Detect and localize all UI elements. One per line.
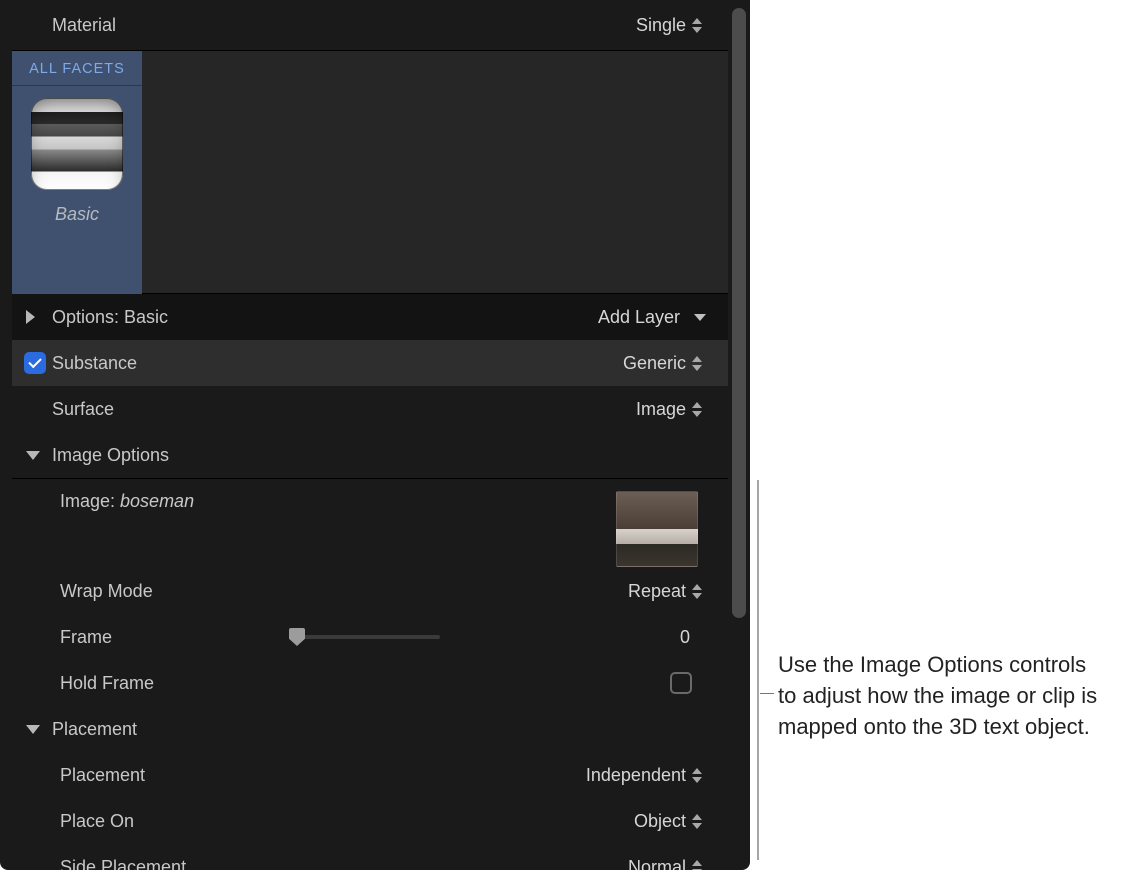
material-row: Material Single bbox=[12, 0, 728, 50]
frame-slider[interactable] bbox=[290, 635, 440, 639]
wrap-mode-popup[interactable]: Repeat bbox=[580, 581, 720, 602]
hold-frame-row: Hold Frame bbox=[12, 660, 728, 706]
add-layer-button[interactable]: Add Layer bbox=[520, 307, 720, 328]
surface-row: Surface Image bbox=[12, 386, 728, 432]
add-layer-label: Add Layer bbox=[598, 307, 686, 328]
placement-value: Independent bbox=[586, 765, 692, 786]
chevron-down-icon bbox=[694, 314, 706, 321]
side-placement-value: Normal bbox=[628, 857, 692, 870]
placement-header[interactable]: Placement bbox=[12, 706, 728, 752]
inspector-body: Material Single ALL FACETS Basic Options… bbox=[12, 0, 728, 870]
place-on-popup[interactable]: Object bbox=[580, 811, 720, 832]
image-source-row: Image: boseman bbox=[12, 478, 728, 568]
options-basic-row[interactable]: Options: Basic Add Layer bbox=[12, 294, 728, 340]
disclosure-down-icon[interactable] bbox=[26, 451, 40, 460]
substance-row: Substance Generic bbox=[12, 340, 728, 386]
stepper-icon bbox=[692, 15, 706, 35]
surface-value: Image bbox=[636, 399, 692, 420]
facets-area: ALL FACETS Basic bbox=[12, 50, 728, 294]
wrap-mode-label: Wrap Mode bbox=[60, 581, 290, 602]
wrap-mode-row: Wrap Mode Repeat bbox=[12, 568, 728, 614]
place-on-label: Place On bbox=[60, 811, 290, 832]
scrollbar-vertical[interactable] bbox=[732, 8, 746, 618]
checkmark-icon bbox=[28, 355, 41, 368]
placement-header-label: Placement bbox=[52, 719, 282, 740]
placement-row: Placement Independent bbox=[12, 752, 728, 798]
stepper-icon bbox=[692, 857, 706, 870]
substance-value: Generic bbox=[623, 353, 692, 374]
side-placement-popup[interactable]: Normal bbox=[580, 857, 720, 870]
stepper-icon bbox=[692, 811, 706, 831]
surface-popup[interactable]: Image bbox=[580, 399, 720, 420]
callout-tick bbox=[760, 693, 774, 694]
material-popup[interactable]: Single bbox=[580, 15, 720, 36]
stepper-icon bbox=[692, 353, 706, 373]
frame-label: Frame bbox=[60, 627, 290, 648]
place-on-value: Object bbox=[634, 811, 692, 832]
image-options-header[interactable]: Image Options bbox=[12, 432, 728, 478]
facet-thumbnail bbox=[31, 98, 123, 190]
side-placement-label: Side Placement bbox=[60, 857, 290, 870]
disclosure-right-icon[interactable] bbox=[26, 310, 35, 324]
inspector-panel: Material Single ALL FACETS Basic Options… bbox=[0, 0, 750, 870]
facet-all-facets[interactable]: ALL FACETS Basic bbox=[12, 51, 142, 295]
stepper-icon bbox=[692, 399, 706, 419]
disclosure-down-icon[interactable] bbox=[26, 725, 40, 734]
image-well[interactable] bbox=[616, 491, 698, 567]
place-on-row: Place On Object bbox=[12, 798, 728, 844]
material-value: Single bbox=[636, 15, 692, 36]
placement-label: Placement bbox=[60, 765, 290, 786]
frame-value[interactable]: 0 bbox=[630, 627, 690, 648]
frame-row: Frame 0 bbox=[12, 614, 728, 660]
hold-frame-label: Hold Frame bbox=[60, 673, 290, 694]
surface-label: Surface bbox=[52, 399, 282, 420]
image-source-name: boseman bbox=[120, 491, 194, 511]
wrap-mode-value: Repeat bbox=[628, 581, 692, 602]
image-source-label: Image: boseman bbox=[60, 491, 290, 512]
material-label: Material bbox=[52, 15, 282, 36]
stepper-icon bbox=[692, 581, 706, 601]
placement-popup[interactable]: Independent bbox=[520, 765, 720, 786]
callout-bracket bbox=[757, 480, 775, 860]
facet-preset-name: Basic bbox=[55, 204, 99, 225]
substance-label: Substance bbox=[52, 353, 282, 374]
facet-tab-label: ALL FACETS bbox=[12, 51, 142, 86]
substance-checkbox[interactable] bbox=[24, 352, 46, 374]
image-source-prefix: Image: bbox=[60, 491, 120, 511]
substance-popup[interactable]: Generic bbox=[580, 353, 720, 374]
image-options-label: Image Options bbox=[52, 445, 282, 466]
hold-frame-checkbox[interactable] bbox=[670, 672, 692, 694]
side-placement-row: Side Placement Normal bbox=[12, 844, 728, 870]
options-basic-label: Options: Basic bbox=[52, 307, 282, 328]
slider-thumb-icon[interactable] bbox=[289, 628, 305, 646]
stepper-icon bbox=[692, 765, 706, 785]
callout-text: Use the Image Options controls to adjust… bbox=[778, 650, 1108, 742]
